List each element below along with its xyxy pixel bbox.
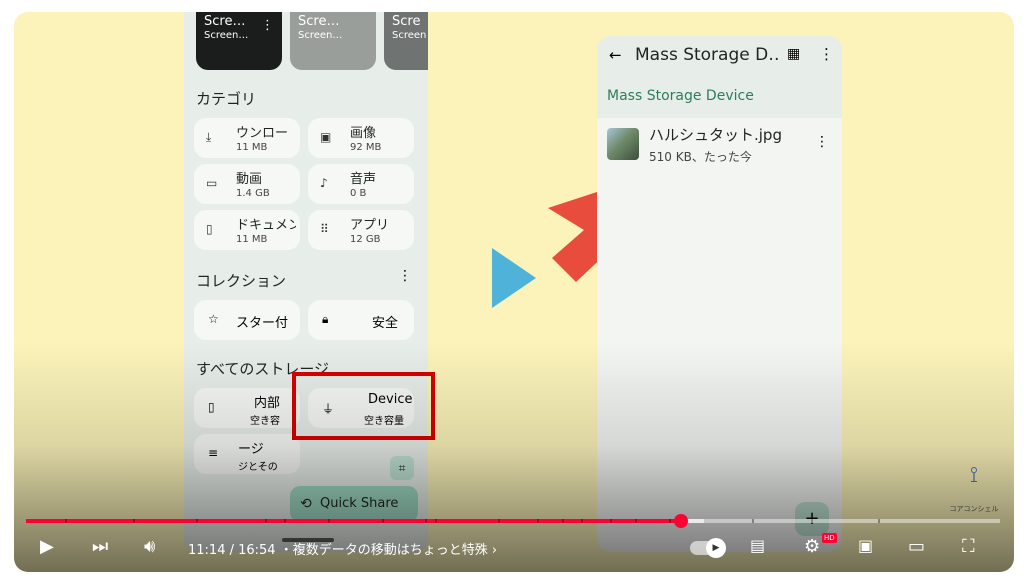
autoplay-toggle[interactable]: ▶ xyxy=(690,538,726,558)
video-frame[interactable]: Scre… Screen… ⋮ Scre… Screen… Scre Scree… xyxy=(14,12,1014,572)
chapter-marker xyxy=(634,519,637,523)
recent-thumb[interactable]: Scre… Screen… xyxy=(290,12,376,70)
fullscreen-icon[interactable]: ⛶ xyxy=(962,536,975,557)
chapter-marker xyxy=(133,519,136,523)
image-icon: ▣ xyxy=(320,130,332,144)
category-videos[interactable]: ▭ 動画 1.4 GB xyxy=(194,164,300,204)
subtitles-icon[interactable]: ▤ xyxy=(750,536,765,555)
more-vert-icon[interactable]: ⋮ xyxy=(815,134,829,150)
collection-starred[interactable]: ☆ スター付 xyxy=(194,300,300,340)
settings-gear-icon[interactable]: ⚙ xyxy=(804,536,820,557)
theater-mode-icon[interactable]: ▭ xyxy=(908,536,925,557)
apps-grid-icon: ⠿ xyxy=(320,222,329,236)
collection-safe[interactable]: 🔒︎ 安全 xyxy=(308,300,414,340)
chapter-marker xyxy=(498,519,501,523)
category-downloads[interactable]: ⤓ ウンロー 11 MB xyxy=(194,118,300,158)
volume-icon[interactable]: 🔊︎ xyxy=(144,536,155,557)
scan-button[interactable]: ⌗ xyxy=(390,456,414,480)
quick-share-button[interactable]: ⟲ Quick Share xyxy=(290,486,418,522)
chapter-marker xyxy=(751,519,754,523)
chapter-marker xyxy=(537,519,540,523)
logo-mark-icon: ⟟ xyxy=(969,463,979,488)
play-triangle-graphic xyxy=(492,248,536,308)
chapter-marker xyxy=(264,519,267,523)
categories-title: カテゴリ xyxy=(196,90,257,108)
star-icon: ☆ xyxy=(208,312,219,326)
miniplayer-icon[interactable]: ▣ xyxy=(858,536,873,555)
more-vert-icon[interactable]: ⋮ xyxy=(819,45,834,63)
quick-share-icon: ⟲ xyxy=(300,496,312,512)
lock-icon: 🔒︎ xyxy=(322,312,329,326)
storage-internal[interactable]: ▯ 内部 空き容 xyxy=(194,388,300,428)
grid-view-icon[interactable]: ▦ xyxy=(787,46,800,62)
collections-title: コレクション xyxy=(196,272,287,290)
highlight-box xyxy=(292,372,435,440)
scan-icon: ⌗ xyxy=(398,461,406,475)
category-audio[interactable]: ♪ 音声 0 B xyxy=(308,164,414,204)
recent-screenshots: Scre… Screen… ⋮ Scre… Screen… Scre Scree… xyxy=(196,12,428,70)
more-vert-icon[interactable]: ⋮ xyxy=(261,18,274,33)
category-apps[interactable]: ⠿ アプリ 12 GB xyxy=(308,210,414,250)
breadcrumb[interactable]: Mass Storage Device xyxy=(607,88,754,104)
chapter-marker xyxy=(610,519,613,523)
more-vert-icon[interactable]: ⋮ xyxy=(398,268,412,284)
chapter-marker xyxy=(878,519,881,523)
next-icon[interactable]: ⏭︎ xyxy=(92,536,108,557)
scrubber-knob[interactable] xyxy=(673,514,688,528)
channel-logo: ⟟ コアコンシェル xyxy=(946,462,1002,516)
file-thumbnail xyxy=(607,128,639,160)
chapter-marker xyxy=(435,519,438,523)
phone-icon: ▯ xyxy=(208,400,215,414)
app-bar: ← Mass Storage D… ▦ ⋮ xyxy=(597,36,842,76)
chapter-marker xyxy=(581,519,584,523)
time-and-chapter[interactable]: 11:14 / 16:54 ・複数データの移動はちょっと特殊 › xyxy=(188,539,497,558)
category-images[interactable]: ▣ 画像 92 MB xyxy=(308,118,414,158)
files-app-right: ← Mass Storage D… ▦ ⋮ Mass Storage Devic… xyxy=(597,36,842,552)
chapter-marker xyxy=(425,519,428,523)
file-name: ハルシュタット.jpg xyxy=(649,126,782,144)
chapter-marker xyxy=(381,519,384,523)
document-icon: ▯ xyxy=(206,222,213,236)
chapter-marker xyxy=(561,519,564,523)
files-app-left: Scre… Screen… ⋮ Scre… Screen… Scre Scree… xyxy=(184,12,428,552)
download-icon: ⤓ xyxy=(206,130,212,144)
play-icon[interactable]: ▶ xyxy=(40,536,54,557)
file-meta: 510 KB、たった今 xyxy=(649,150,752,164)
recent-thumb[interactable]: Scre… Screen… ⋮ xyxy=(196,12,282,70)
music-icon: ♪ xyxy=(320,176,328,190)
autoplay-play-icon: ▶ xyxy=(706,538,726,558)
progress-bar[interactable] xyxy=(26,514,1000,528)
back-arrow-icon[interactable]: ← xyxy=(609,46,622,64)
storage-other[interactable]: ≡ ージ ジとその xyxy=(194,434,300,474)
category-documents[interactable]: ▯ ドキュメン 11 MB xyxy=(194,210,300,250)
file-list: ハルシュタット.jpg 510 KB、たった今 ⋮ xyxy=(597,118,842,552)
page-title: Mass Storage D… xyxy=(635,45,779,65)
hd-badge: HD xyxy=(822,533,837,543)
video-icon: ▭ xyxy=(206,176,218,190)
recent-thumb[interactable]: Scre Screen xyxy=(384,12,428,70)
chapter-marker xyxy=(64,519,67,523)
chapter-marker xyxy=(196,519,199,523)
list-icon: ≡ xyxy=(208,446,219,460)
chapter-marker xyxy=(284,519,287,523)
chapter-marker xyxy=(668,519,671,523)
chapter-marker xyxy=(327,519,330,523)
